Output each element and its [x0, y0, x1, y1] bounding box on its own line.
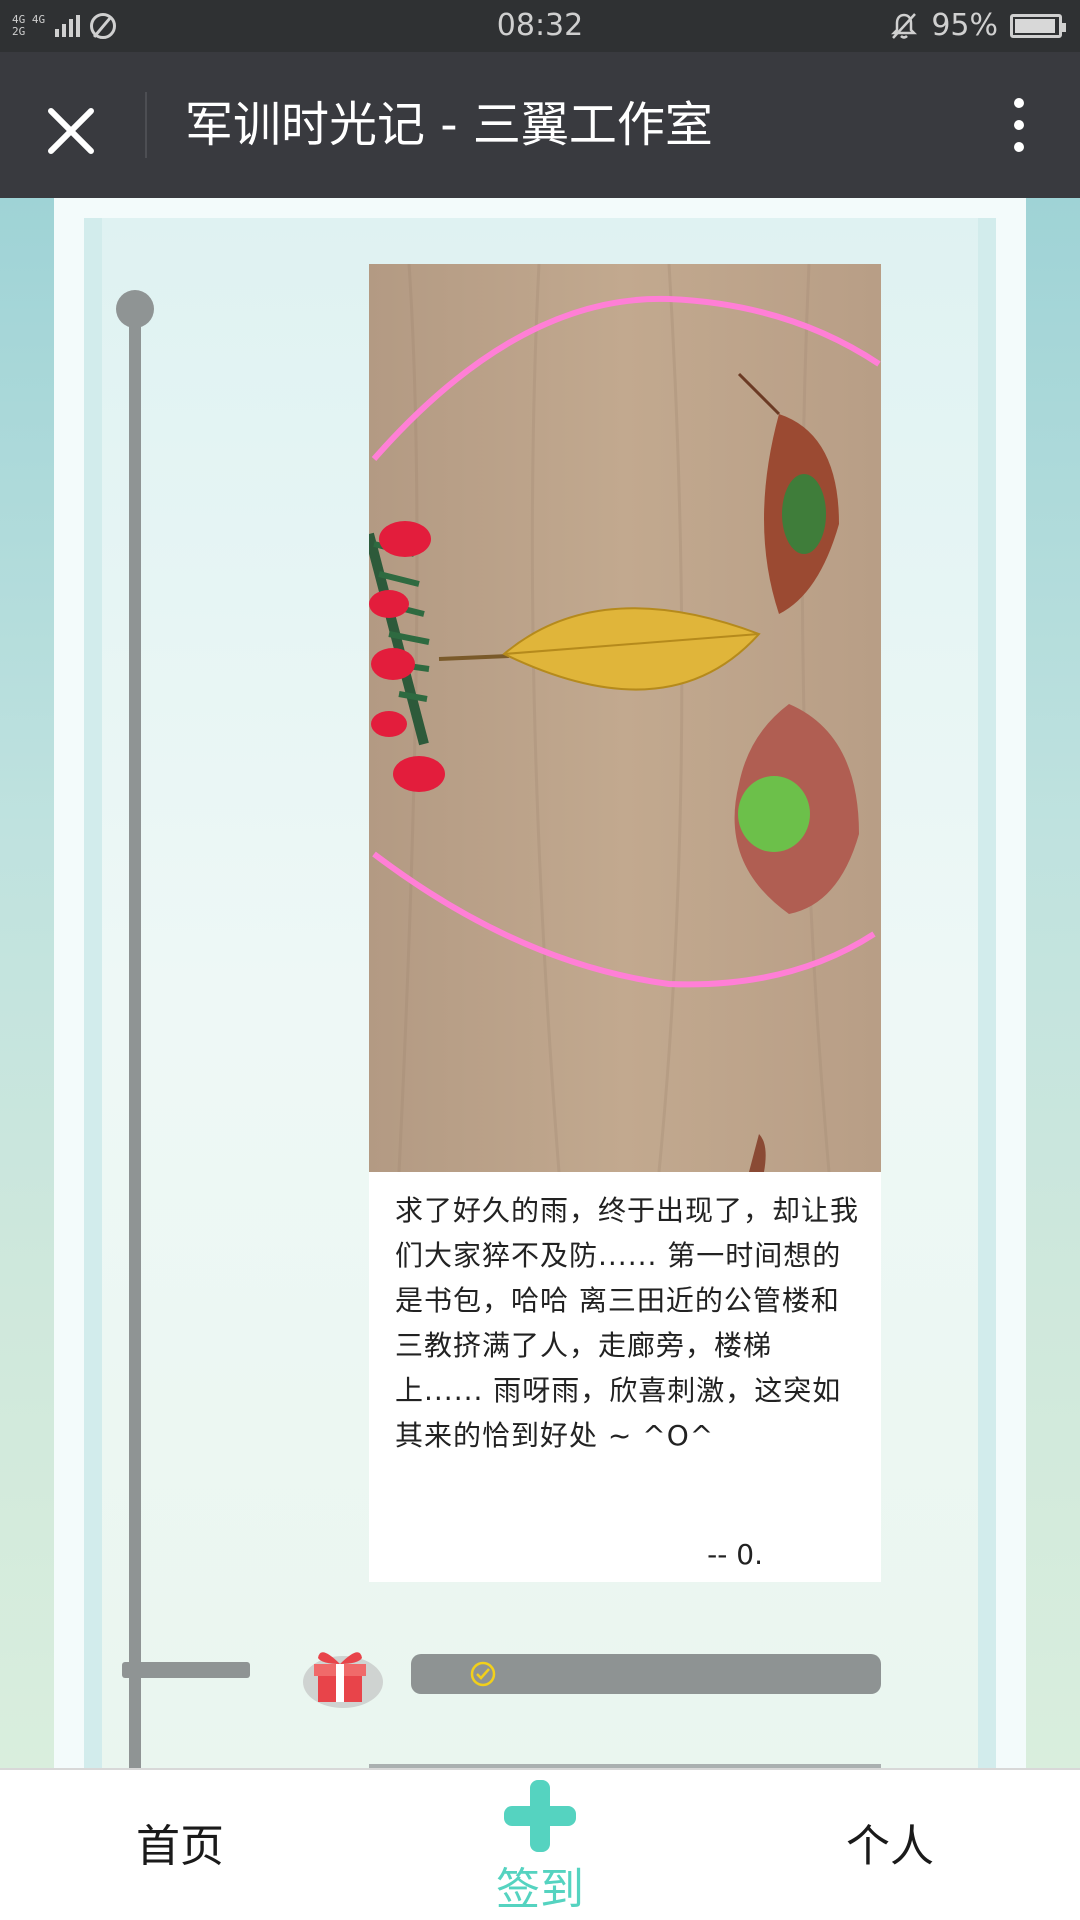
post-text-box: 求了好久的雨，终于出现了，却让我们大家猝不及防...... 第一时间想的是书包，…: [369, 1172, 881, 1582]
checkin-progress-bar[interactable]: [411, 1654, 881, 1694]
timeline-start-node: [116, 290, 154, 328]
content-area[interactable]: 求了好久的雨，终于出现了，却让我们大家猝不及防...... 第一时间想的是书包，…: [0, 198, 1080, 1768]
status-right: 95%: [889, 8, 1066, 43]
nav-checkin[interactable]: 签到: [440, 1776, 640, 1920]
post-author: -- 0.: [707, 1538, 763, 1571]
more-options-button[interactable]: [994, 92, 1044, 158]
more-dot-icon: [1014, 120, 1024, 130]
status-bar: 4G 4G 2G 08:32 95%: [0, 0, 1080, 52]
battery-icon: [1010, 13, 1066, 38]
post-body: 求了好久的雨，终于出现了，却让我们大家猝不及防...... 第一时间想的是书包，…: [395, 1194, 860, 1452]
page-title: 军训时光记 - 三翼工作室: [185, 97, 713, 153]
mute-bell-icon: [891, 12, 918, 39]
check-circle-icon: [470, 1661, 496, 1687]
gift-icon: [303, 1652, 383, 1708]
plus-icon: [504, 1780, 576, 1852]
post-card[interactable]: 求了好久的雨，终于出现了，却让我们大家猝不及防...... 第一时间想的是书包，…: [369, 264, 881, 1582]
nav-me[interactable]: 个人: [810, 1810, 970, 1874]
more-dot-icon: [1014, 142, 1024, 152]
nav-checkin-label: 签到: [496, 1864, 584, 1915]
timeline-line: [129, 308, 141, 1768]
close-button[interactable]: [36, 96, 106, 166]
timeline-branch: [122, 1662, 250, 1678]
title-bar: 军训时光记 - 三翼工作室: [0, 52, 1080, 198]
battery-percent: 95%: [931, 8, 998, 43]
more-dot-icon: [1014, 98, 1024, 108]
title-divider: [145, 92, 147, 158]
nav-home[interactable]: 首页: [100, 1810, 260, 1874]
bottom-navigation: 首页 签到 个人: [0, 1768, 1080, 1920]
post-photo[interactable]: [369, 264, 881, 1172]
close-icon: [48, 108, 94, 154]
